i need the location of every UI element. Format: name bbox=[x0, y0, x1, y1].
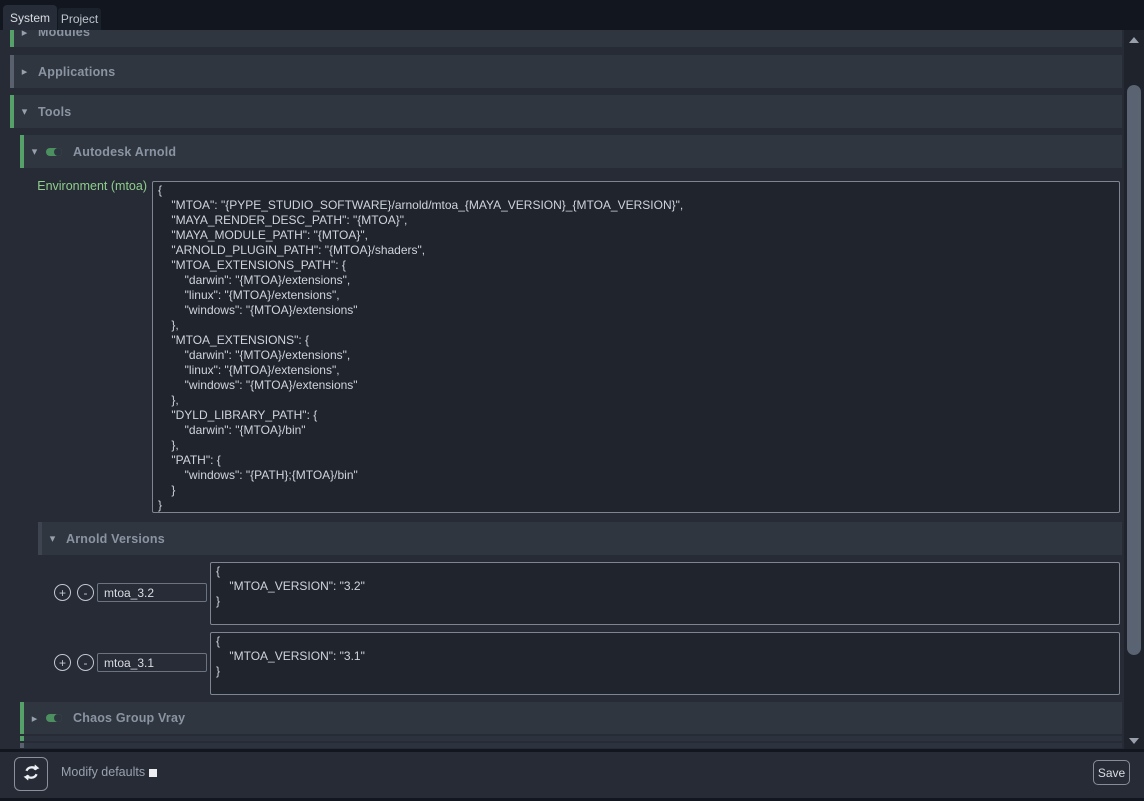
scroll-up-arrow-icon[interactable] bbox=[1129, 37, 1139, 43]
section-header-clipped[interactable] bbox=[20, 736, 1122, 741]
tab-project-label: Project bbox=[61, 12, 98, 26]
section-title-arnold-versions: Arnold Versions bbox=[66, 532, 165, 546]
environment-mtoa-label: Environment (mtoa) bbox=[8, 179, 147, 195]
section-header-applications[interactable]: ▸ Applications bbox=[10, 55, 1122, 88]
tab-project[interactable]: Project bbox=[58, 8, 101, 30]
refresh-button[interactable] bbox=[14, 757, 48, 791]
section-header-chaos-group-vray[interactable]: ▸ Chaos Group Vray bbox=[20, 702, 1122, 734]
vray-enabled-toggle[interactable] bbox=[46, 714, 62, 722]
version-name-input[interactable] bbox=[97, 653, 207, 672]
footer-bar: Modify defaults Save bbox=[0, 752, 1144, 798]
section-title-modules: Modules bbox=[38, 30, 90, 39]
remove-version-button[interactable]: - bbox=[77, 654, 94, 671]
section-title-applications: Applications bbox=[38, 65, 115, 79]
section-header-tools[interactable]: ▾ Tools bbox=[10, 95, 1122, 128]
environment-mtoa-editor[interactable]: { "MTOA": "{PYPE_STUDIO_SOFTWARE}/arnold… bbox=[152, 181, 1120, 513]
modify-defaults-checkbox[interactable] bbox=[149, 769, 157, 777]
arnold-enabled-toggle[interactable] bbox=[46, 148, 62, 156]
collapsed-arrow-icon: ▸ bbox=[20, 30, 29, 39]
settings-window: System Project ▸ Modules ▸ Applications … bbox=[0, 0, 1144, 801]
section-title-autodesk-arnold: Autodesk Arnold bbox=[73, 145, 176, 159]
section-header-clipped[interactable] bbox=[20, 743, 1122, 748]
section-title-chaos-group-vray: Chaos Group Vray bbox=[73, 711, 185, 725]
collapsed-arrow-icon: ▸ bbox=[20, 65, 29, 78]
toggle-knob bbox=[54, 714, 62, 722]
refresh-icon bbox=[22, 763, 41, 785]
expanded-arrow-icon: ▾ bbox=[20, 105, 29, 118]
scroll-down-arrow-icon[interactable] bbox=[1129, 738, 1139, 744]
version-name-input[interactable] bbox=[97, 583, 207, 602]
remove-version-button[interactable]: - bbox=[77, 584, 94, 601]
vertical-scrollbar[interactable] bbox=[1124, 30, 1144, 749]
tab-system[interactable]: System bbox=[3, 5, 57, 30]
scrollbar-thumb[interactable] bbox=[1127, 85, 1141, 655]
collapsed-arrow-icon: ▸ bbox=[30, 712, 39, 725]
add-version-button[interactable]: + bbox=[54, 584, 71, 601]
modify-defaults-label: Modify defaults bbox=[61, 765, 145, 779]
section-header-modules[interactable]: ▸ Modules bbox=[10, 30, 1122, 47]
save-button[interactable]: Save bbox=[1093, 760, 1130, 785]
section-title-tools: Tools bbox=[38, 105, 71, 119]
toggle-knob bbox=[54, 148, 62, 156]
section-header-arnold-versions[interactable]: ▾ Arnold Versions bbox=[38, 522, 1122, 555]
version-env-editor[interactable]: { "MTOA_VERSION": "3.1" } bbox=[210, 632, 1120, 695]
add-version-button[interactable]: + bbox=[54, 654, 71, 671]
expanded-arrow-icon: ▾ bbox=[48, 532, 57, 545]
tab-system-label: System bbox=[10, 11, 50, 25]
section-header-autodesk-arnold[interactable]: ▾ Autodesk Arnold bbox=[20, 135, 1122, 168]
expanded-arrow-icon: ▾ bbox=[30, 145, 39, 158]
version-env-editor[interactable]: { "MTOA_VERSION": "3.2" } bbox=[210, 562, 1120, 625]
